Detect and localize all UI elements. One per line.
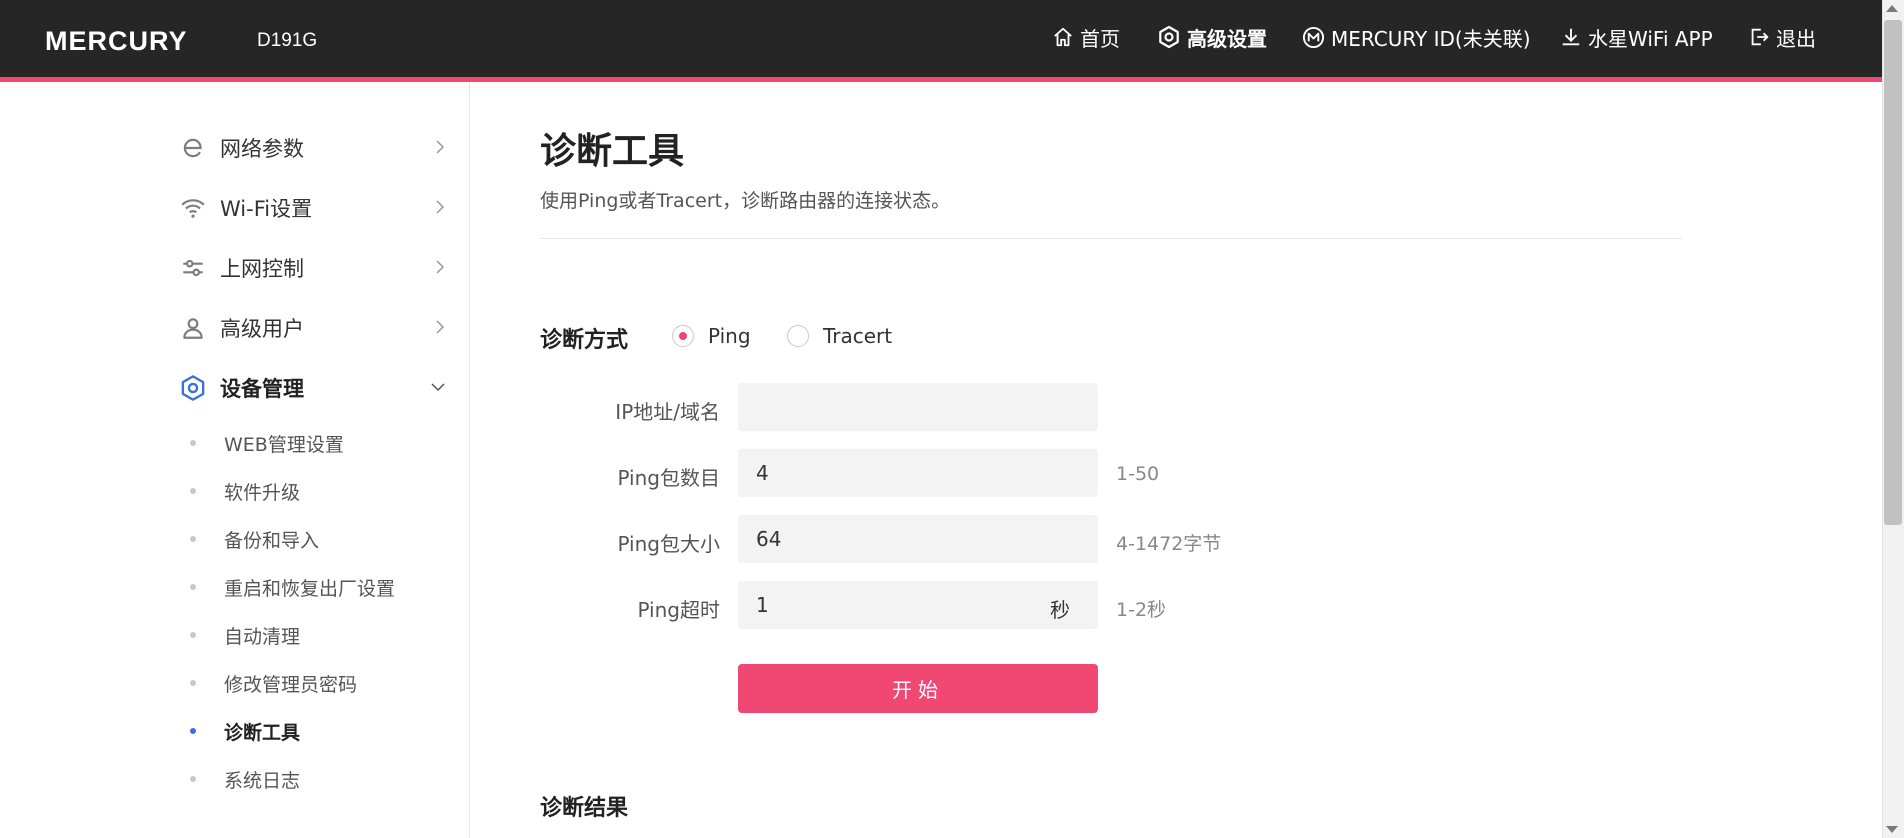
sidebar-label: 设备管理 xyxy=(220,377,304,401)
gear-icon xyxy=(1159,25,1179,49)
nav-advanced-label: 高级设置 xyxy=(1187,26,1267,51)
logout-icon xyxy=(1751,28,1769,46)
top-header: MERCURY D191G 首页 高级设置 MERCURY ID(未关联) 水星… xyxy=(0,0,1882,77)
sidebar-subitem-label: 备份和导入 xyxy=(224,529,320,552)
sidebar-subitem-label: 系统日志 xyxy=(224,769,301,792)
chevron-right-icon xyxy=(436,320,445,334)
ping-count-hint: 1-50 xyxy=(1116,463,1160,485)
radio-checked-icon xyxy=(672,325,694,347)
radio-ping-label: Ping xyxy=(708,324,751,348)
nav-mercury-id[interactable]: MERCURY ID(未关联) xyxy=(1302,22,1531,52)
bullet-dot xyxy=(190,536,196,542)
brand-logo: MERCURY xyxy=(45,26,188,56)
chevron-right-icon xyxy=(436,260,445,274)
bullet-dot xyxy=(190,728,196,734)
sidebar-subitem-admin-password[interactable]: 修改管理员密码 xyxy=(190,665,357,701)
sidebar-item-advanced-users[interactable]: 高级用户 xyxy=(178,306,448,350)
sidebar-label: 上网控制 xyxy=(220,257,304,281)
sidebar-item-device-management[interactable]: 设备管理 xyxy=(178,366,448,410)
device-model: D191G xyxy=(257,30,318,51)
ping-timeout-label: Ping超时 xyxy=(637,598,720,622)
sidebar-divider xyxy=(469,82,470,838)
radio-ping[interactable]: Ping xyxy=(672,322,751,350)
ping-size-label: Ping包大小 xyxy=(617,532,720,556)
sidebar-subitem-firmware-upgrade[interactable]: 软件升级 xyxy=(190,473,300,509)
scrollbar-thumb[interactable] xyxy=(1884,20,1902,525)
bullet-dot xyxy=(190,488,196,494)
user-icon xyxy=(178,313,208,343)
radio-tracert-label: Tracert xyxy=(823,324,893,348)
sidebar-label: Wi-Fi设置 xyxy=(220,197,313,221)
chevron-right-icon xyxy=(436,200,445,214)
sidebar-subitem-label: 诊断工具 xyxy=(224,721,301,744)
sidebar-subitem-web-settings[interactable]: WEB管理设置 xyxy=(190,425,344,461)
nav-mercury-id-label: MERCURY ID(未关联) xyxy=(1331,26,1531,51)
scroll-down-arrow-icon[interactable] xyxy=(1886,826,1898,833)
chevron-down-icon xyxy=(431,383,445,392)
ping-size-input[interactable] xyxy=(738,515,1098,563)
nav-logout-label: 退出 xyxy=(1776,26,1816,51)
sidebar-subitem-label: 软件升级 xyxy=(224,481,301,504)
page-description: 使用Ping或者Tracert，诊断路由器的连接状态。 xyxy=(540,190,951,212)
wifi-icon xyxy=(178,193,208,223)
sidebar-subitem-label: WEB管理设置 xyxy=(224,433,344,456)
sidebar-item-network[interactable]: 网络参数 xyxy=(178,126,448,170)
nav-logout[interactable]: 退出 xyxy=(1748,22,1816,52)
bullet-dot xyxy=(190,680,196,686)
sidebar-subitem-auto-clean[interactable]: 自动清理 xyxy=(190,617,300,653)
sidebar-item-access-control[interactable]: 上网控制 xyxy=(178,246,448,290)
sliders-icon xyxy=(178,253,208,283)
ping-timeout-hint: 1-2秒 xyxy=(1116,599,1167,621)
sidebar-subitem-backup-import[interactable]: 备份和导入 xyxy=(190,521,319,557)
sidebar-subitem-label: 修改管理员密码 xyxy=(224,673,358,696)
sidebar-label: 网络参数 xyxy=(220,137,304,161)
method-label: 诊断方式 xyxy=(540,328,629,353)
bullet-dot xyxy=(190,632,196,638)
sidebar-label: 高级用户 xyxy=(220,317,304,341)
ping-timeout-unit: 秒 xyxy=(1050,598,1070,622)
scroll-up-arrow-icon[interactable] xyxy=(1886,5,1898,12)
start-button[interactable]: 开始 xyxy=(738,664,1098,713)
ip-domain-input[interactable] xyxy=(738,383,1098,431)
result-label: 诊断结果 xyxy=(540,796,629,821)
ip-label: IP地址/域名 xyxy=(615,400,720,424)
nav-advanced-settings[interactable]: 高级设置 xyxy=(1157,22,1267,52)
bullet-dot xyxy=(190,440,196,446)
bullet-dot xyxy=(190,584,196,590)
sidebar-subitem-diagnostics[interactable]: 诊断工具 xyxy=(190,713,300,749)
nav-app-download[interactable]: 水星WiFi APP xyxy=(1560,22,1713,52)
ping-count-label: Ping包数目 xyxy=(617,466,720,490)
download-icon xyxy=(1562,28,1580,46)
nav-app-label: 水星WiFi APP xyxy=(1588,26,1713,51)
radio-tracert[interactable]: Tracert xyxy=(787,322,892,350)
sidebar-subitem-label: 自动清理 xyxy=(224,625,301,648)
sidebar-subitem-label: 重启和恢复出厂设置 xyxy=(224,577,396,600)
mercury-id-icon xyxy=(1302,26,1325,48)
title-divider xyxy=(540,238,1682,239)
radio-unchecked-icon xyxy=(787,325,809,347)
ping-timeout-input[interactable] xyxy=(738,581,1098,629)
sidebar-item-wifi[interactable]: Wi-Fi设置 xyxy=(178,186,448,230)
ping-size-hint: 4-1472字节 xyxy=(1116,533,1222,555)
ping-count-input[interactable] xyxy=(738,449,1098,497)
home-icon xyxy=(1054,27,1072,47)
gear-icon xyxy=(178,373,208,403)
page-title: 诊断工具 xyxy=(540,131,685,172)
sidebar-subitem-system-log[interactable]: 系统日志 xyxy=(190,761,300,797)
bullet-dot xyxy=(190,776,196,782)
ie-network-icon xyxy=(178,133,208,163)
header-accent-bar xyxy=(0,77,1882,82)
nav-home[interactable]: 首页 xyxy=(1052,22,1120,52)
sidebar-subitem-reboot-reset[interactable]: 重启和恢复出厂设置 xyxy=(190,569,395,605)
nav-home-label: 首页 xyxy=(1080,26,1120,51)
chevron-right-icon xyxy=(436,140,445,154)
